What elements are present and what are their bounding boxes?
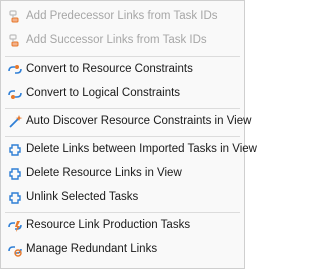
context-menu: Add Predecessor Links from Task IDs Add …: [0, 0, 257, 269]
menu-item-label: Convert to Logical Constraints: [26, 87, 181, 99]
menu-item-label: Manage Redundant Links: [26, 243, 158, 255]
menu-item-label: Delete Links between Imported Tasks in V…: [26, 143, 257, 155]
resource-link-production-icon: [7, 218, 23, 234]
menu-item-label: Unlink Selected Tasks: [26, 191, 139, 203]
menu-item-delete-resource-links[interactable]: Delete Resource Links in View: [1, 163, 244, 185]
menu-item-unlink-selected-tasks[interactable]: Unlink Selected Tasks: [1, 187, 244, 209]
menu-item-label: Auto Discover Resource Constraints in Vi…: [26, 115, 252, 127]
menu-separator: [5, 56, 240, 57]
auto-discover-icon: [7, 114, 23, 130]
menu-separator: [5, 212, 240, 213]
menu-item-auto-discover-resource-constraints[interactable]: Auto Discover Resource Constraints in Vi…: [1, 111, 251, 133]
menu-item-label: Convert to Resource Constraints: [26, 63, 193, 75]
menu-separator: [5, 136, 240, 137]
menu-item-convert-resource-constraints[interactable]: Convert to Resource Constraints: [1, 59, 244, 81]
convert-resource-icon: [7, 62, 23, 78]
delete-resource-links-icon: [7, 166, 23, 182]
add-successor-links-icon: [7, 33, 23, 49]
menu-item-resource-link-production-tasks[interactable]: Resource Link Production Tasks: [1, 215, 244, 237]
menu-item-add-predecessor-links[interactable]: Add Predecessor Links from Task IDs: [1, 6, 244, 28]
manage-redundant-links-icon: [7, 242, 23, 258]
menu-item-label: Add Successor Links from Task IDs: [26, 34, 207, 46]
menu-item-manage-redundant-links[interactable]: Manage Redundant Links: [1, 239, 244, 261]
delete-links-icon: [7, 142, 23, 158]
menu-item-label: Resource Link Production Tasks: [26, 219, 191, 231]
convert-logical-icon: [7, 86, 23, 102]
menu-item-add-successor-links[interactable]: Add Successor Links from Task IDs: [1, 30, 244, 52]
add-predecessor-links-icon: [7, 9, 23, 25]
menu-item-convert-logical-constraints[interactable]: Convert to Logical Constraints: [1, 83, 244, 105]
menu-item-delete-links-imported-tasks[interactable]: Delete Links between Imported Tasks in V…: [1, 139, 257, 161]
unlink-icon: [7, 190, 23, 206]
menu-item-label: Delete Resource Links in View: [26, 167, 182, 179]
menu-separator: [5, 108, 240, 109]
menu-item-label: Add Predecessor Links from Task IDs: [26, 10, 218, 22]
